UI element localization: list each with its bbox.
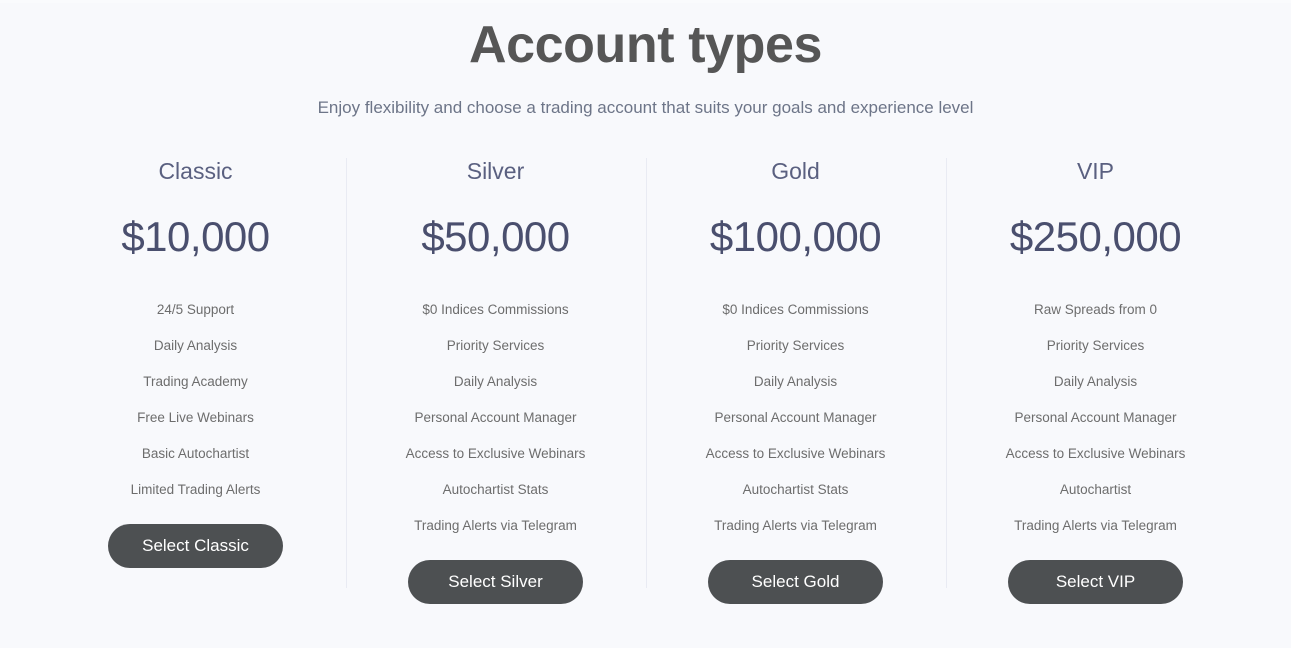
plan-feature-item: Trading Alerts via Telegram bbox=[656, 508, 936, 544]
plan-feature-item: Autochartist Stats bbox=[356, 472, 636, 508]
plan-cta-wrapper: Select VIP bbox=[956, 560, 1236, 604]
plan-feature-item: Priority Services bbox=[656, 328, 936, 364]
plan-feature-item: Access to Exclusive Webinars bbox=[356, 436, 636, 472]
page-subtitle: Enjoy flexibility and choose a trading a… bbox=[0, 96, 1291, 120]
plan-cta-wrapper: Select Gold bbox=[656, 560, 936, 604]
select-gold-button[interactable]: Select Gold bbox=[708, 560, 883, 604]
plan-name: Classic bbox=[56, 156, 336, 186]
plan-feature-item: Basic Autochartist bbox=[56, 436, 336, 472]
plan-feature-item: Daily Analysis bbox=[656, 364, 936, 400]
account-types-page: Account types Enjoy flexibility and choo… bbox=[0, 0, 1291, 648]
plan-price: $250,000 bbox=[956, 212, 1236, 262]
plan-feature-item: Priority Services bbox=[356, 328, 636, 364]
plan-name: Gold bbox=[656, 156, 936, 186]
plan-name: Silver bbox=[356, 156, 636, 186]
plan-feature-item: Daily Analysis bbox=[56, 328, 336, 364]
plan-price: $50,000 bbox=[356, 212, 636, 262]
plan-feature-item: Free Live Webinars bbox=[56, 400, 336, 436]
plan-feature-item: Daily Analysis bbox=[956, 364, 1236, 400]
plan-cta-wrapper: Select Silver bbox=[356, 560, 636, 604]
plan-feature-item: Daily Analysis bbox=[356, 364, 636, 400]
plan-feature-item: Trading Academy bbox=[56, 364, 336, 400]
plan-feature-list: 24/5 SupportDaily AnalysisTrading Academ… bbox=[56, 292, 336, 508]
plan-feature-item: Access to Exclusive Webinars bbox=[956, 436, 1236, 472]
plan-column-silver: Silver $50,000 $0 Indices CommissionsPrior… bbox=[346, 156, 646, 604]
page-title: Account types bbox=[0, 14, 1291, 76]
plan-feature-list: $0 Indices CommissionsPriority ServicesD… bbox=[356, 292, 636, 544]
plan-cta-wrapper: Select Classic bbox=[56, 524, 336, 568]
plan-column-gold: Gold $100,000 $0 Indices CommissionsPriori… bbox=[646, 156, 946, 604]
select-classic-button[interactable]: Select Classic bbox=[108, 524, 283, 568]
plan-feature-item: Autochartist bbox=[956, 472, 1236, 508]
plan-feature-item: $0 Indices Commissions bbox=[656, 292, 936, 328]
select-vip-button[interactable]: Select VIP bbox=[1008, 560, 1183, 604]
plan-feature-item: Autochartist Stats bbox=[656, 472, 936, 508]
pricing-plans-row: Classic$10,00024/5 SupportDaily Analysis… bbox=[0, 156, 1291, 604]
plan-feature-item: $0 Indices Commissions bbox=[356, 292, 636, 328]
select-silver-button[interactable]: Select Silver bbox=[408, 560, 583, 604]
plan-feature-list: $0 Indices CommissionsPriority ServicesD… bbox=[656, 292, 936, 544]
plan-column-classic: Classic $10,000 24/5 SupportDaily Analysis… bbox=[46, 156, 346, 568]
plan-feature-item: 24/5 Support bbox=[56, 292, 336, 328]
plan-feature-item: Personal Account Manager bbox=[656, 400, 936, 436]
plan-feature-list: Raw Spreads from 0Priority ServicesDaily… bbox=[956, 292, 1236, 544]
plan-column-vip: VIP $250,000 Raw Spreads from 0Priority Se… bbox=[946, 156, 1246, 604]
plan-feature-item: Trading Alerts via Telegram bbox=[956, 508, 1236, 544]
plan-feature-item: Personal Account Manager bbox=[356, 400, 636, 436]
plan-price: $10,000 bbox=[56, 212, 336, 262]
plan-feature-item: Access to Exclusive Webinars bbox=[656, 436, 936, 472]
plan-feature-item: Personal Account Manager bbox=[956, 400, 1236, 436]
plan-name: VIP bbox=[956, 156, 1236, 186]
plan-feature-item: Limited Trading Alerts bbox=[56, 472, 336, 508]
plan-price: $100,000 bbox=[656, 212, 936, 262]
plan-feature-item: Priority Services bbox=[956, 328, 1236, 364]
plan-feature-item: Raw Spreads from 0 bbox=[956, 292, 1236, 328]
plan-feature-item: Trading Alerts via Telegram bbox=[356, 508, 636, 544]
